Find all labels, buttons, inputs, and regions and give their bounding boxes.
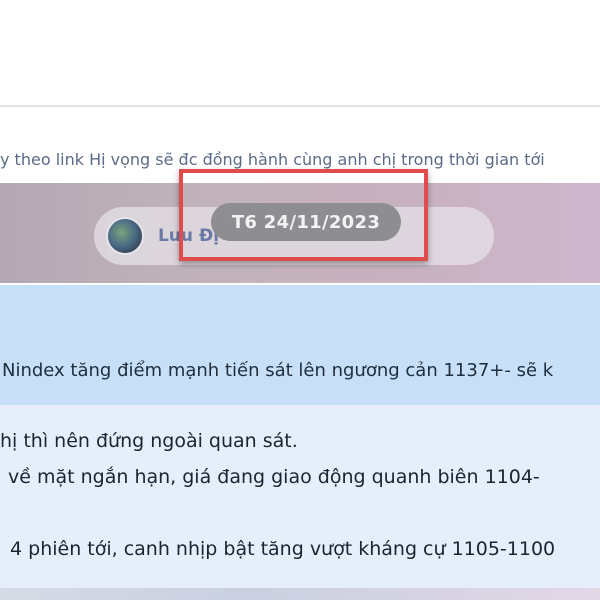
previous-message-text: y theo link Hị vọng sẽ đc đồng hành cùng… [0,150,545,169]
highlight-annotation-box [179,169,428,261]
message-text: Nindex tăng điểm mạnh tiến sát lên ngươn… [2,360,554,381]
bottom-edge [0,588,600,600]
chat-top-area [0,0,600,105]
avatar[interactable] [106,217,144,255]
divider [0,105,600,107]
message-line-2: về mặt ngắn hạn, giá đang giao động quan… [8,466,540,488]
message-line-4: 4 phiên tới, canh nhịp bật tăng vượt khá… [10,538,556,560]
message-line-1: hị thì nên đứng ngoài quan sát. [0,430,298,452]
message-bubble-sent[interactable] [0,285,600,405]
